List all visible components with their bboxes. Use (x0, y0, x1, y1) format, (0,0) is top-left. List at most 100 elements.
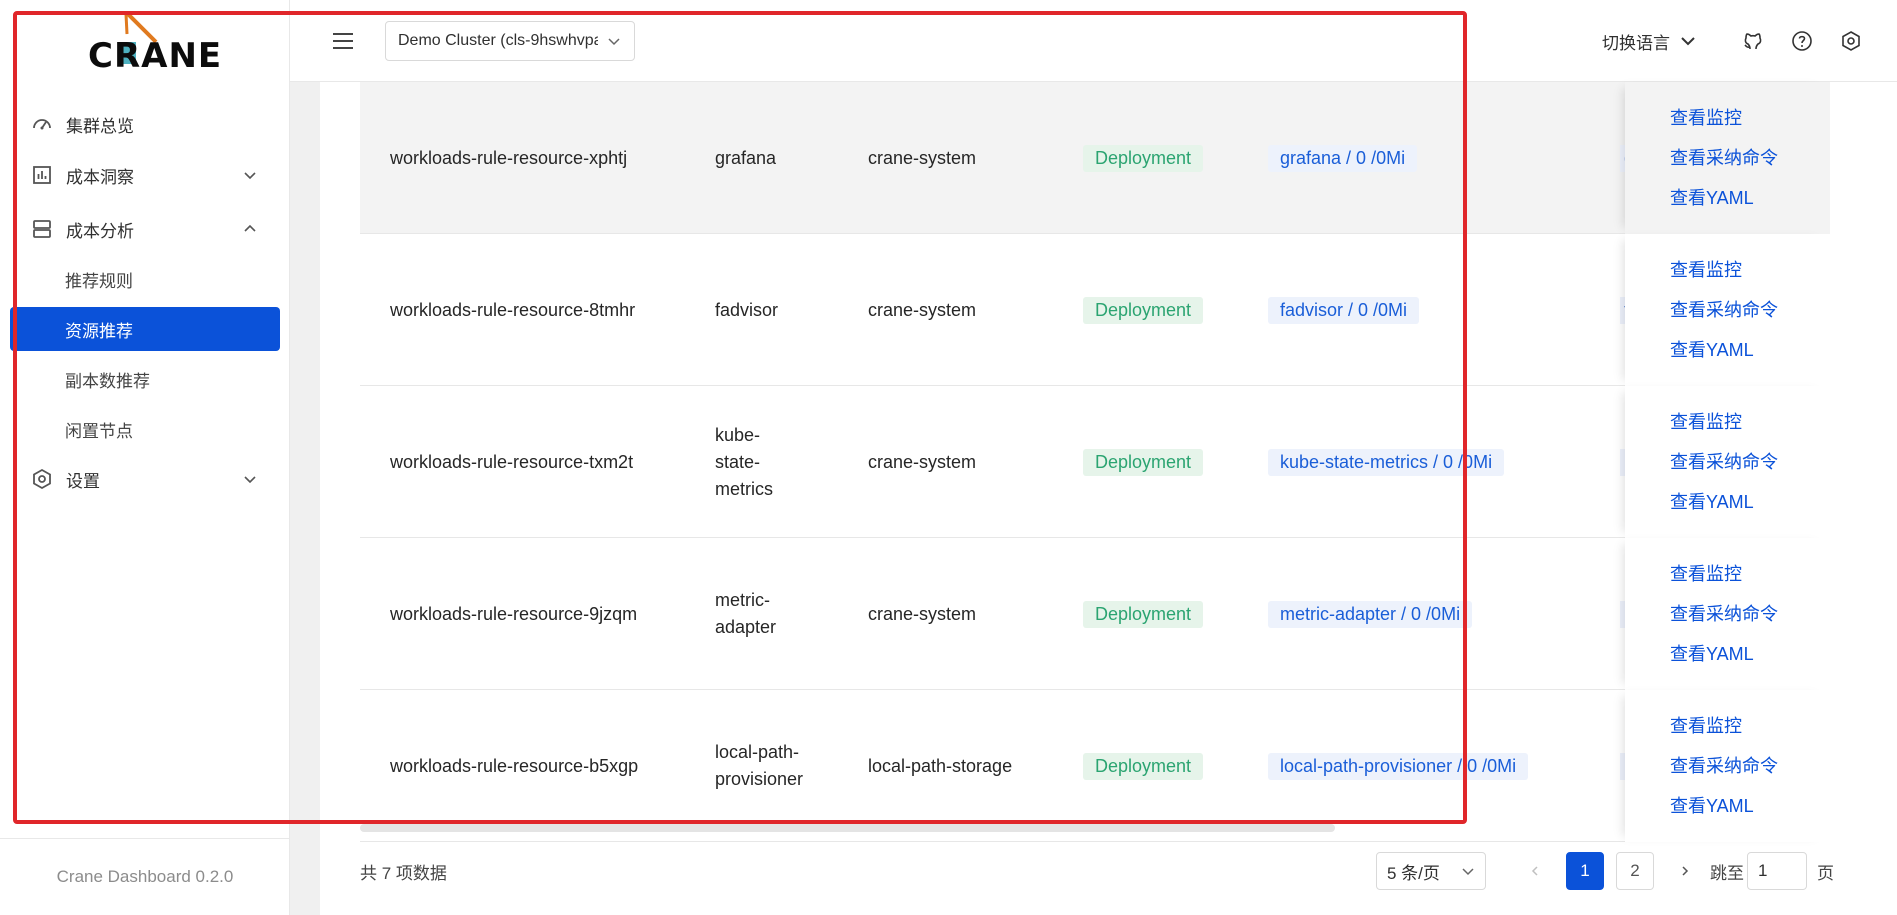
sidebar-subitem-recommendation-rules[interactable]: 推荐规则 (10, 257, 280, 301)
chevron-down-icon (606, 33, 622, 49)
chevron-left-icon (1531, 866, 1538, 876)
jump-to-label: 跳至 (1710, 863, 1744, 883)
namespace-cell-text: crane-system (868, 451, 977, 472)
kind-cell: Deployment (1083, 538, 1243, 690)
view-monitor-link[interactable]: 查看监控 (1670, 250, 1830, 290)
recommendation-name-cell-text: workloads-rule-resource-b5xgp (390, 755, 639, 776)
view-yaml-link[interactable]: 查看YAML (1670, 786, 1830, 826)
kind-tag: Deployment (1083, 600, 1204, 628)
page-button-2[interactable]: 2 (1616, 852, 1654, 890)
table-row[interactable]: workloads-rule-resource-9jzqm metric- ada… (360, 538, 1830, 690)
view-yaml-link[interactable]: 查看YAML (1670, 330, 1830, 370)
table-row[interactable]: workloads-rule-resource-8tmhr fadvisor cra… (360, 234, 1830, 386)
chevron-up-icon (242, 221, 258, 237)
sidebar-item-settings[interactable]: 设置 (10, 457, 280, 501)
horizontal-scrollbar[interactable] (360, 824, 1335, 832)
language-switch[interactable]: 切换语言 (1602, 26, 1696, 56)
jump-page-input[interactable] (1747, 852, 1807, 890)
workload-cell-text: metric- adapter (715, 590, 777, 637)
table-row[interactable]: workloads-rule-resource-txm2t kube- state… (360, 386, 1830, 538)
recommendation-name-cell: workloads-rule-resource-9jzqm (390, 538, 710, 690)
table-row[interactable]: workloads-rule-resource-xphtj grafana cran… (360, 82, 1830, 234)
recommendation-name-cell: workloads-rule-resource-8tmhr (390, 234, 710, 386)
view-yaml-link[interactable]: 查看YAML (1670, 634, 1830, 674)
prev-page-button[interactable] (1516, 852, 1554, 890)
sidebar-version-footer: Crane Dashboard 0.2.0 (0, 838, 290, 915)
kind-cell: Deployment (1083, 386, 1243, 538)
view-yaml-link[interactable]: 查看YAML (1670, 178, 1830, 218)
view-monitor-link[interactable]: 查看监控 (1670, 706, 1830, 746)
namespace-cell: local-path-storage (868, 690, 1068, 842)
recommendation-name-cell: workloads-rule-resource-b5xgp (390, 690, 710, 842)
workload-cell-text: kube- state- metrics (715, 424, 773, 499)
sidebar-item-cost-insight[interactable]: 成本洞察 (10, 153, 280, 197)
github-icon[interactable] (1740, 28, 1766, 54)
namespace-cell-text: crane-system (868, 147, 977, 168)
chevron-down-icon (1461, 864, 1475, 878)
chevron-down-icon (242, 471, 258, 487)
kind-cell: Deployment (1083, 690, 1243, 842)
sidebar-subitem-resource-recommendation[interactable]: 资源推荐 (10, 307, 280, 351)
view-monitor-link[interactable]: 查看监控 (1670, 402, 1830, 442)
namespace-cell: crane-system (868, 82, 1068, 234)
workload-cell: local-path- provisioner (715, 690, 855, 842)
kind-cell: Deployment (1083, 82, 1243, 234)
server-icon (30, 217, 54, 241)
page-button-1[interactable]: 1 (1566, 852, 1604, 890)
target-resource-tag: local-path-provisioner / 0 /0Mi (1268, 752, 1529, 780)
target-resource-tag: grafana / 0 /0Mi (1268, 144, 1418, 172)
next-page-button[interactable] (1666, 852, 1704, 890)
target-resource-cell: metric-adapter / 0 /0Mi (1268, 538, 1608, 690)
chevron-right-icon (1682, 866, 1689, 876)
main-content: workloads-rule-resource-xphtj grafana cran… (290, 82, 1897, 915)
page-suffix-label: 页 (1817, 863, 1834, 883)
view-monitor-link[interactable]: 查看监控 (1670, 98, 1830, 138)
view-adopt-command-link[interactable]: 查看采纳命令 (1670, 138, 1830, 178)
kind-tag: Deployment (1083, 144, 1204, 172)
crane-logo[interactable]: CRANE (84, 12, 221, 76)
target-resource-tag: fadvisor / 0 /0Mi (1268, 296, 1420, 324)
table-row[interactable]: workloads-rule-resource-b5xgp local-path-… (360, 690, 1830, 842)
bar-chart-icon (30, 163, 54, 187)
sidebar-item-label: 成本分析 (66, 221, 134, 241)
chevron-down-icon (1680, 33, 1696, 49)
recommendation-name-cell-text: workloads-rule-resource-xphtj (390, 147, 628, 168)
total-count: 共 7 项数据 (360, 863, 447, 883)
menu-toggle-icon[interactable] (330, 28, 356, 54)
sidebar-item-cost-analysis[interactable]: 成本分析 (10, 207, 280, 251)
view-yaml-link[interactable]: 查看YAML (1670, 482, 1830, 522)
sidebar-item-cluster-overview[interactable]: 集群总览 (10, 102, 280, 146)
target-resource-cell: fadvisor / 0 /0Mi (1268, 234, 1608, 386)
workload-cell: grafana (715, 82, 855, 234)
workload-cell-text: grafana (715, 147, 777, 168)
page-size-select[interactable]: 5 条/页 (1376, 852, 1486, 890)
view-adopt-command-link[interactable]: 查看采纳命令 (1670, 290, 1830, 330)
target-resource-cell: local-path-provisioner / 0 /0Mi (1268, 690, 1608, 842)
view-monitor-link[interactable]: 查看监控 (1670, 554, 1830, 594)
cluster-select-value: Demo Cluster (cls-9hswhvpa) (398, 32, 598, 49)
namespace-cell-text: crane-system (868, 603, 977, 624)
namespace-cell-text: local-path-storage (868, 755, 1013, 776)
workload-cell: kube- state- metrics (715, 386, 855, 538)
sidebar-subitem-replica-recommendation[interactable]: 副本数推荐 (10, 357, 280, 401)
top-header: Demo Cluster (cls-9hswhvpa) 切换语言 (290, 0, 1897, 82)
chevron-down-icon (242, 167, 258, 183)
help-circle-icon[interactable] (1789, 28, 1815, 54)
recommendation-card: workloads-rule-resource-xphtj grafana cran… (320, 82, 1897, 915)
workload-cell: fadvisor (715, 234, 855, 386)
row-actions: 查看监控 查看采纳命令 查看YAML (1625, 690, 1830, 842)
recommendation-name-cell: workloads-rule-resource-txm2t (390, 386, 710, 538)
settings-icon[interactable] (1838, 28, 1864, 54)
target-resource-tag: kube-state-metrics / 0 /0Mi (1268, 448, 1505, 476)
kind-tag: Deployment (1083, 752, 1204, 780)
row-actions: 查看监控 查看采纳命令 查看YAML (1625, 538, 1830, 690)
view-adopt-command-link[interactable]: 查看采纳命令 (1670, 442, 1830, 482)
kind-cell: Deployment (1083, 234, 1243, 386)
view-adopt-command-link[interactable]: 查看采纳命令 (1670, 594, 1830, 634)
logo-text: CRANE (88, 36, 223, 76)
sidebar-subitem-idle-nodes[interactable]: 闲置节点 (10, 407, 280, 451)
view-adopt-command-link[interactable]: 查看采纳命令 (1670, 746, 1830, 786)
row-actions: 查看监控 查看采纳命令 查看YAML (1625, 386, 1830, 538)
sidebar-item-label: 设置 (66, 471, 100, 491)
cluster-select[interactable]: Demo Cluster (cls-9hswhvpa) (385, 21, 635, 61)
